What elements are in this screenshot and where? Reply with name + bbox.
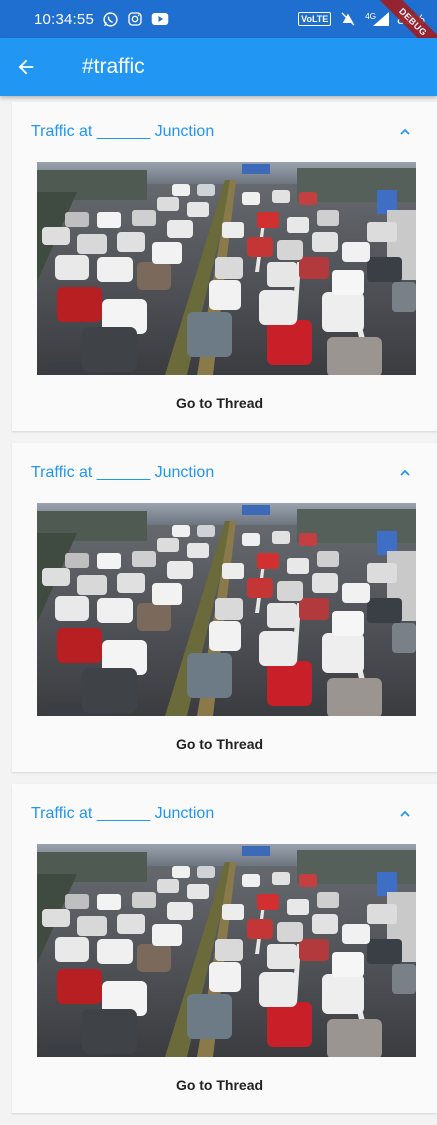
whatsapp-icon (103, 11, 118, 27)
traffic-jam-photo (37, 162, 416, 375)
status-left: 10:34:55 (34, 11, 169, 28)
app-bar: #traffic (0, 38, 437, 96)
post-title: Traffic at ______ Junction (31, 805, 215, 822)
post-header[interactable]: Traffic at ______ Junction (12, 102, 437, 162)
instagram-icon (128, 12, 142, 26)
go-to-thread-button[interactable]: Go to Thread (12, 716, 437, 772)
post-header[interactable]: Traffic at ______ Junction (12, 784, 437, 844)
youtube-icon (151, 13, 169, 25)
post-card: Traffic at ______ Junction Go to Thread (12, 784, 437, 1113)
go-to-thread-button[interactable]: Go to Thread (12, 1057, 437, 1113)
network-type: 4G (365, 12, 376, 21)
post-list[interactable]: Traffic at ______ Junction Go to Thread … (12, 102, 437, 1125)
back-button[interactable] (0, 38, 52, 96)
volte-badge: VoLTE (298, 12, 332, 26)
mute-icon (341, 12, 355, 26)
go-to-thread-button[interactable]: Go to Thread (12, 375, 437, 431)
post-title: Traffic at ______ Junction (31, 123, 215, 140)
post-card: Traffic at ______ Junction Go to Thread (12, 443, 437, 772)
post-card: Traffic at ______ Junction Go to Thread (12, 102, 437, 431)
traffic-jam-photo (37, 503, 416, 716)
post-header[interactable]: Traffic at ______ Junction (12, 443, 437, 503)
status-time: 10:34:55 (34, 10, 94, 28)
post-title: Traffic at ______ Junction (31, 464, 215, 481)
chevron-up-icon[interactable] (397, 124, 413, 140)
status-bar: 10:34:55 VoLTE 4G 82% DEBUG (0, 0, 437, 62)
page-title: #traffic (82, 55, 145, 78)
chevron-up-icon[interactable] (397, 465, 413, 481)
chevron-up-icon[interactable] (397, 806, 413, 822)
arrow-back-icon (18, 59, 34, 75)
